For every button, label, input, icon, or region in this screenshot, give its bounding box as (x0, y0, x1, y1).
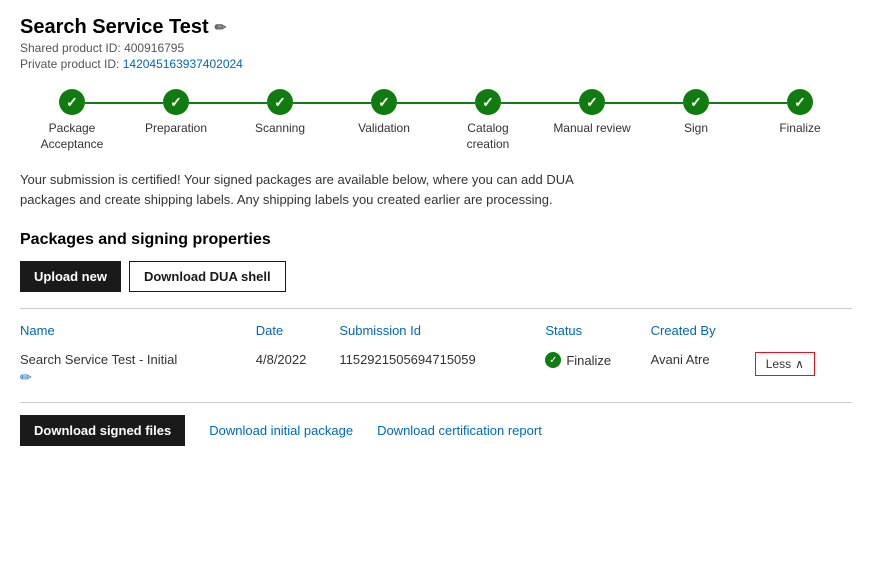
download-signed-button[interactable]: Download signed files (20, 415, 185, 446)
table-row: Search Service Test - Initial ✏ 4/8/2022… (20, 344, 852, 390)
col-name: Name (20, 317, 256, 344)
step-validation: ✓ Validation (332, 89, 436, 137)
step-manual-review: ✓ Manual review (540, 89, 644, 137)
col-date: Date (256, 317, 340, 344)
private-product-id: Private product ID: 142045163937402024 (20, 57, 852, 71)
col-status: Status (545, 317, 650, 344)
page-header: Search Service Test ✏ Shared product ID:… (20, 16, 852, 71)
row-status: ✓ Finalize (545, 344, 650, 390)
upload-new-button[interactable]: Upload new (20, 261, 121, 292)
action-buttons: Upload new Download DUA shell (20, 261, 852, 292)
col-created-by: Created By (651, 317, 755, 344)
download-initial-link[interactable]: Download initial package (209, 423, 353, 438)
table-header-row: Name Date Submission Id Status Created B… (20, 317, 852, 344)
row-date: 4/8/2022 (256, 344, 340, 390)
packages-section: Packages and signing properties Upload n… (20, 231, 852, 446)
step-label-package-acceptance: Package Acceptance (41, 121, 104, 152)
step-circle-scanning: ✓ (267, 89, 293, 115)
step-label-catalog-creation: Catalog creation (467, 121, 510, 152)
bottom-actions: Download signed files Download initial p… (20, 415, 852, 446)
page-title: Search Service Test ✏ (20, 16, 852, 39)
step-label-manual-review: Manual review (553, 121, 630, 137)
title-edit-icon[interactable]: ✏ (215, 19, 227, 36)
packages-table: Name Date Submission Id Status Created B… (20, 317, 852, 390)
step-circle-preparation: ✓ (163, 89, 189, 115)
bottom-divider (20, 402, 852, 403)
step-finalize: ✓ Finalize (748, 89, 852, 137)
step-label-finalize: Finalize (779, 121, 820, 137)
step-circle-sign: ✓ (683, 89, 709, 115)
row-created-by: Avani Atre (651, 344, 755, 390)
row-less-cell: Less ∧ (755, 344, 852, 390)
download-cert-link[interactable]: Download certification report (377, 423, 542, 438)
row-name: Search Service Test - Initial ✏ (20, 344, 256, 390)
packages-title: Packages and signing properties (20, 231, 852, 249)
step-catalog-creation: ✓ Catalog creation (436, 89, 540, 152)
download-dua-button[interactable]: Download DUA shell (129, 261, 286, 292)
col-submission-id: Submission Id (339, 317, 545, 344)
step-label-validation: Validation (358, 121, 410, 137)
status-label: Finalize (566, 353, 611, 368)
step-label-sign: Sign (684, 121, 708, 137)
step-preparation: ✓ Preparation (124, 89, 228, 137)
step-package-acceptance: ✓ Package Acceptance (20, 89, 124, 152)
table-top-divider (20, 308, 852, 309)
step-scanning: ✓ Scanning (228, 89, 332, 137)
step-label-scanning: Scanning (255, 121, 305, 137)
step-circle-manual-review: ✓ (579, 89, 605, 115)
row-edit-icon[interactable]: ✏ (20, 369, 248, 386)
step-label-preparation: Preparation (145, 121, 207, 137)
progress-bar: ✓ Package Acceptance ✓ Preparation ✓ Scanning… (20, 89, 852, 152)
col-action (755, 317, 852, 344)
shared-product-id: Shared product ID: 400916795 (20, 41, 852, 55)
step-circle-finalize: ✓ (787, 89, 813, 115)
row-submission-id: 1152921505694715059 (339, 344, 545, 390)
info-text: Your submission is certified! Your signe… (20, 170, 600, 209)
progress-steps: ✓ Package Acceptance ✓ Preparation ✓ Scanning… (20, 89, 852, 152)
less-button[interactable]: Less ∧ (755, 352, 815, 376)
status-icon: ✓ (545, 352, 561, 368)
step-circle-catalog-creation: ✓ (475, 89, 501, 115)
less-label: Less (766, 357, 791, 371)
private-product-id-link[interactable]: 142045163937402024 (123, 57, 243, 71)
step-circle-validation: ✓ (371, 89, 397, 115)
step-sign: ✓ Sign (644, 89, 748, 137)
step-circle-package-acceptance: ✓ (59, 89, 85, 115)
chevron-up-icon: ∧ (795, 357, 804, 371)
